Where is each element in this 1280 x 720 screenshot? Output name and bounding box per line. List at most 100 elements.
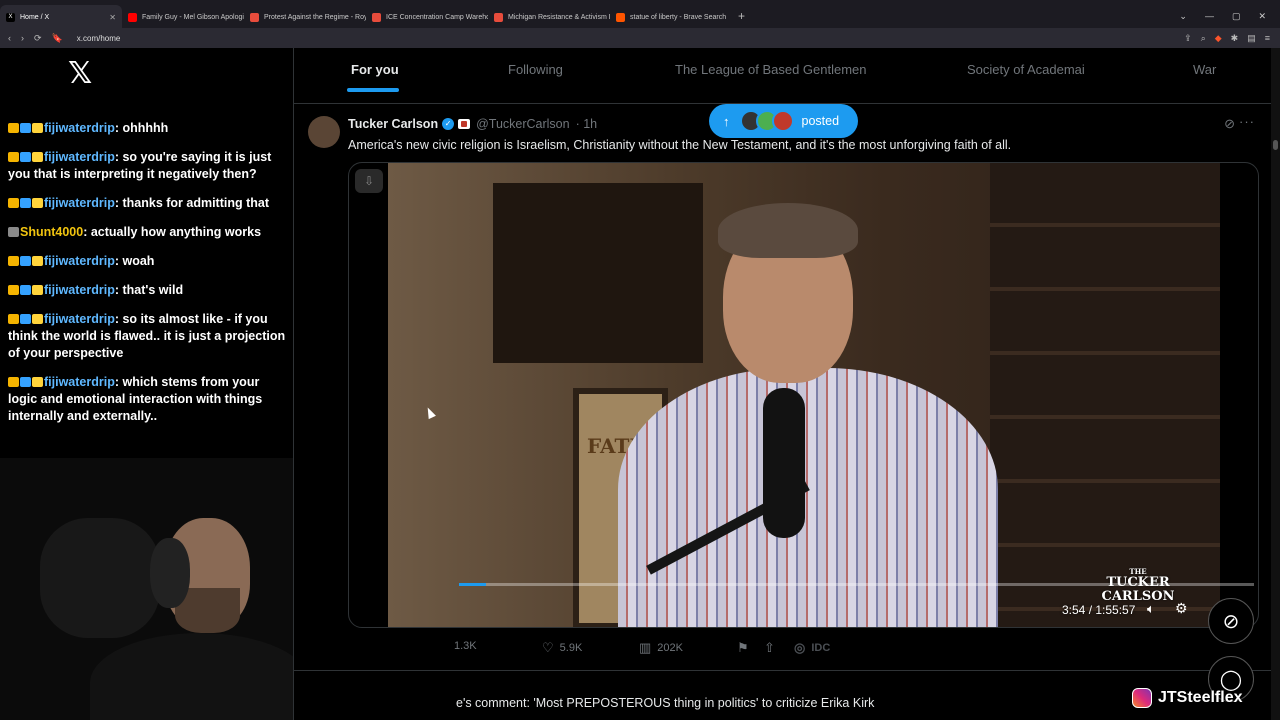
chat-message-text: : thanks for admitting that: [114, 196, 270, 210]
chat-badge-icon: [32, 152, 43, 162]
instagram-icon: [1132, 688, 1152, 708]
back-icon[interactable]: ‹: [8, 33, 11, 44]
headphones-icon: [150, 538, 190, 608]
tab-following[interactable]: Following: [508, 62, 563, 77]
browser-tab-label: statue of liberty - Brave Search: [630, 13, 727, 21]
chat-username[interactable]: fijiwaterdrip: [44, 121, 115, 135]
affiliation-badge-icon: [458, 119, 471, 129]
chat-username[interactable]: fijiwaterdrip: [44, 375, 115, 389]
chat-badge-icon: [20, 123, 31, 133]
chat-message: fijiwaterdrip: so its almost like - if y…: [8, 311, 290, 362]
tab-search-icon[interactable]: ⌄: [1179, 11, 1187, 22]
chat-username[interactable]: Shunt4000: [20, 225, 83, 239]
chat-username[interactable]: fijiwaterdrip: [44, 312, 115, 326]
url-field[interactable]: x.com/home: [77, 34, 121, 43]
chat-message: fijiwaterdrip: so you're saying it is ju…: [8, 149, 290, 183]
bookmark-icon[interactable]: 🔖: [52, 33, 63, 44]
host-shirt: [618, 368, 998, 627]
browser-tab[interactable]: Family Guy - Mel Gibson Apologizes: [122, 5, 244, 29]
author-name[interactable]: Tucker Carlson: [348, 117, 438, 131]
bookmark-button[interactable]: ⚑: [737, 640, 749, 656]
browser-tab[interactable]: statue of liberty - Brave Search: [610, 5, 732, 29]
chat-messages: fijiwaterdrip: ohhhhh fijiwaterdrip: so y…: [8, 120, 290, 437]
wall-frame: [493, 183, 703, 363]
video-progress-fill: [459, 583, 487, 586]
chat-badge-icon: [32, 377, 43, 387]
new-posts-pill[interactable]: ↑ posted: [709, 104, 858, 138]
grok-floating-button[interactable]: ⊘: [1208, 598, 1254, 644]
extension-icon[interactable]: ✱: [1231, 33, 1239, 44]
download-icon[interactable]: ⇩: [355, 169, 383, 193]
tab-league-of-based-gentlemen[interactable]: The League of Based Gentlemen: [675, 62, 867, 77]
x-logo-icon[interactable]: 𝕏: [68, 56, 92, 91]
chat-username[interactable]: fijiwaterdrip: [44, 254, 115, 268]
sidebar-icon[interactable]: ▤: [1247, 33, 1256, 44]
chat-username[interactable]: fijiwaterdrip: [44, 283, 115, 297]
grok-icon[interactable]: ⊘: [1224, 116, 1235, 132]
watermark-text: JTSteelflex: [1158, 689, 1243, 706]
posted-label: posted: [801, 114, 840, 128]
video-frame[interactable]: FATIMA THE TUCKER CARLSON: [388, 163, 1220, 627]
chat-badge-icon: [8, 377, 19, 387]
chat-message: fijiwaterdrip: that's wild: [8, 282, 290, 299]
chat-badge-icon: [32, 314, 43, 324]
browser-tab-label: Home / X: [20, 13, 50, 21]
chat-badge-icon: [20, 377, 31, 387]
chat-username[interactable]: fijiwaterdrip: [44, 150, 115, 164]
chat-badge-icon: [32, 198, 43, 208]
next-tweet-text: e's comment: 'Most PREPOSTEROUS thing in…: [456, 696, 875, 710]
browser-tab[interactable]: Protest Against the Regime - Royal O: [244, 5, 366, 29]
close-tab-icon[interactable]: ✕: [109, 13, 116, 22]
avatar: [771, 110, 794, 132]
tab-war[interactable]: War: [1193, 62, 1216, 77]
tweet-author-avatar[interactable]: [308, 116, 340, 148]
minimize-button[interactable]: —: [1205, 11, 1214, 21]
active-tab-indicator: [347, 88, 399, 92]
browser-tab[interactable]: X Home / X ✕: [0, 5, 122, 29]
chat-message-text: : that's wild: [114, 283, 184, 297]
chat-username[interactable]: fijiwaterdrip: [44, 196, 115, 210]
reload-icon[interactable]: ⟳: [34, 33, 42, 44]
scrollbar[interactable]: [1271, 48, 1280, 720]
chat-badge-icon: [8, 198, 19, 208]
share-button[interactable]: ⇧: [764, 640, 775, 656]
video-progress-bar[interactable]: [459, 583, 1254, 586]
extension-badge[interactable]: ◎ IDC: [794, 640, 830, 656]
chat-message: Shunt4000: actually how anything works: [8, 224, 290, 241]
menu-icon[interactable]: ≡: [1265, 33, 1270, 44]
zoom-icon[interactable]: ⌕: [1201, 33, 1206, 44]
author-handle[interactable]: @TuckerCarlson: [476, 117, 570, 131]
tweet-video[interactable]: FATIMA THE TUCKER CARLSON ⇩ 3:54 / 1:55:…: [348, 162, 1259, 628]
tab-for-you[interactable]: For you: [351, 62, 399, 77]
tweet-text: America's new civic religion is Israelis…: [348, 138, 1012, 152]
volume-icon[interactable]: 🔈︎: [1147, 601, 1155, 617]
new-tab-button[interactable]: +: [738, 9, 745, 23]
streamer-shirt: [90, 633, 310, 720]
share-icon[interactable]: ⇪: [1184, 33, 1192, 44]
tab-society-of-academai[interactable]: Society of Academai: [967, 62, 1085, 77]
chat-badge-icon: [8, 152, 19, 162]
more-options-icon[interactable]: ···: [1239, 114, 1255, 129]
maximize-button[interactable]: ▢: [1232, 11, 1241, 22]
like-count: 5.9K: [559, 642, 583, 654]
browser-tab[interactable]: ICE Concentration Camp Warehouse: [366, 5, 488, 29]
forward-icon[interactable]: ›: [21, 33, 24, 44]
stream-chat-panel: 𝕏 fijiwaterdrip: ohhhhh fijiwaterdrip: so…: [0, 48, 293, 458]
chat-message-text: : actually how anything works: [83, 225, 262, 239]
views-button[interactable]: ▥ 202K: [639, 640, 683, 656]
browser-tab[interactable]: Michigan Resistance & Activism Even: [488, 5, 610, 29]
tweet-timestamp[interactable]: · 1h: [576, 117, 598, 131]
like-button[interactable]: ♡ 5.9K: [542, 640, 582, 656]
retweet-button[interactable]: 1.3K: [454, 640, 477, 652]
microphone-icon: [763, 388, 805, 538]
scroll-thumb[interactable]: [1273, 140, 1278, 150]
extension-circle-icon: ◎: [794, 640, 806, 655]
host-hair: [718, 203, 858, 258]
close-window-button[interactable]: ✕: [1258, 11, 1266, 22]
arrow-up-icon: ↑: [723, 113, 730, 129]
chat-badge-icon: [20, 256, 31, 266]
brave-shield-icon[interactable]: ◆: [1215, 33, 1222, 44]
tab-favicon-icon: [616, 12, 625, 22]
gear-icon[interactable]: ⚙: [1175, 600, 1188, 617]
tweet-actions: 1.3K ♡ 5.9K ▥ 202K ⚑ ⇧ ◎ IDC: [454, 638, 974, 658]
